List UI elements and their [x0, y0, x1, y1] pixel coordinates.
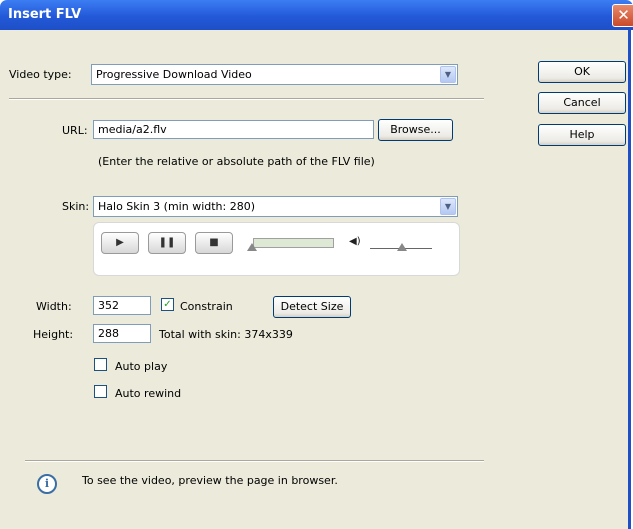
url-hint: (Enter the relative or absolute path of …	[98, 155, 375, 168]
separator-bottom	[25, 460, 484, 462]
separator-top	[9, 98, 484, 100]
auto-rewind-label: Auto rewind	[115, 387, 182, 400]
pause-icon: ❚❚	[148, 232, 186, 254]
close-icon: ✕	[617, 6, 630, 24]
video-type-select[interactable]: Progressive Download Video ▼	[91, 64, 458, 85]
width-label: Width:	[36, 300, 72, 313]
url-label: URL:	[62, 124, 88, 137]
stop-icon: ■	[195, 232, 233, 254]
skin-value: Halo Skin 3 (min width: 280)	[98, 200, 256, 213]
constrain-label: Constrain	[180, 300, 233, 313]
dialog-body	[0, 30, 631, 529]
width-input[interactable]: 352	[93, 296, 151, 315]
seek-handle-icon	[247, 243, 257, 251]
constrain-checkbox[interactable]: ✓	[161, 298, 174, 311]
close-button[interactable]: ✕	[612, 4, 633, 27]
video-type-value: Progressive Download Video	[96, 68, 252, 81]
seek-bar	[253, 238, 334, 248]
video-type-label: Video type:	[9, 68, 72, 81]
volume-icon: ◀)	[349, 236, 361, 247]
ok-button[interactable]: OK	[538, 61, 626, 83]
height-label: Height:	[33, 328, 74, 341]
auto-play-label: Auto play	[115, 360, 168, 373]
height-input[interactable]: 288	[93, 324, 151, 343]
chevron-down-icon: ▼	[440, 66, 456, 83]
url-input[interactable]: media/a2.flv	[93, 120, 374, 139]
volume-handle-icon	[397, 243, 407, 251]
title-bar: Insert FLV ✕	[0, 0, 633, 30]
skin-select[interactable]: Halo Skin 3 (min width: 280) ▼	[93, 196, 458, 217]
play-icon: ▶	[101, 232, 139, 254]
auto-play-checkbox[interactable]	[94, 358, 107, 371]
chevron-down-icon: ▼	[440, 198, 456, 215]
browse-button[interactable]: Browse...	[378, 119, 453, 141]
window-title: Insert FLV	[8, 7, 82, 22]
help-button[interactable]: Help	[538, 124, 626, 146]
auto-rewind-checkbox[interactable]	[94, 385, 107, 398]
skin-label: Skin:	[62, 200, 90, 213]
total-with-skin: Total with skin: 374x339	[159, 328, 293, 341]
footer-message: To see the video, preview the page in br…	[82, 474, 338, 487]
detect-size-button[interactable]: Detect Size	[273, 296, 351, 318]
info-icon: i	[37, 474, 57, 494]
cancel-button[interactable]: Cancel	[538, 92, 626, 114]
